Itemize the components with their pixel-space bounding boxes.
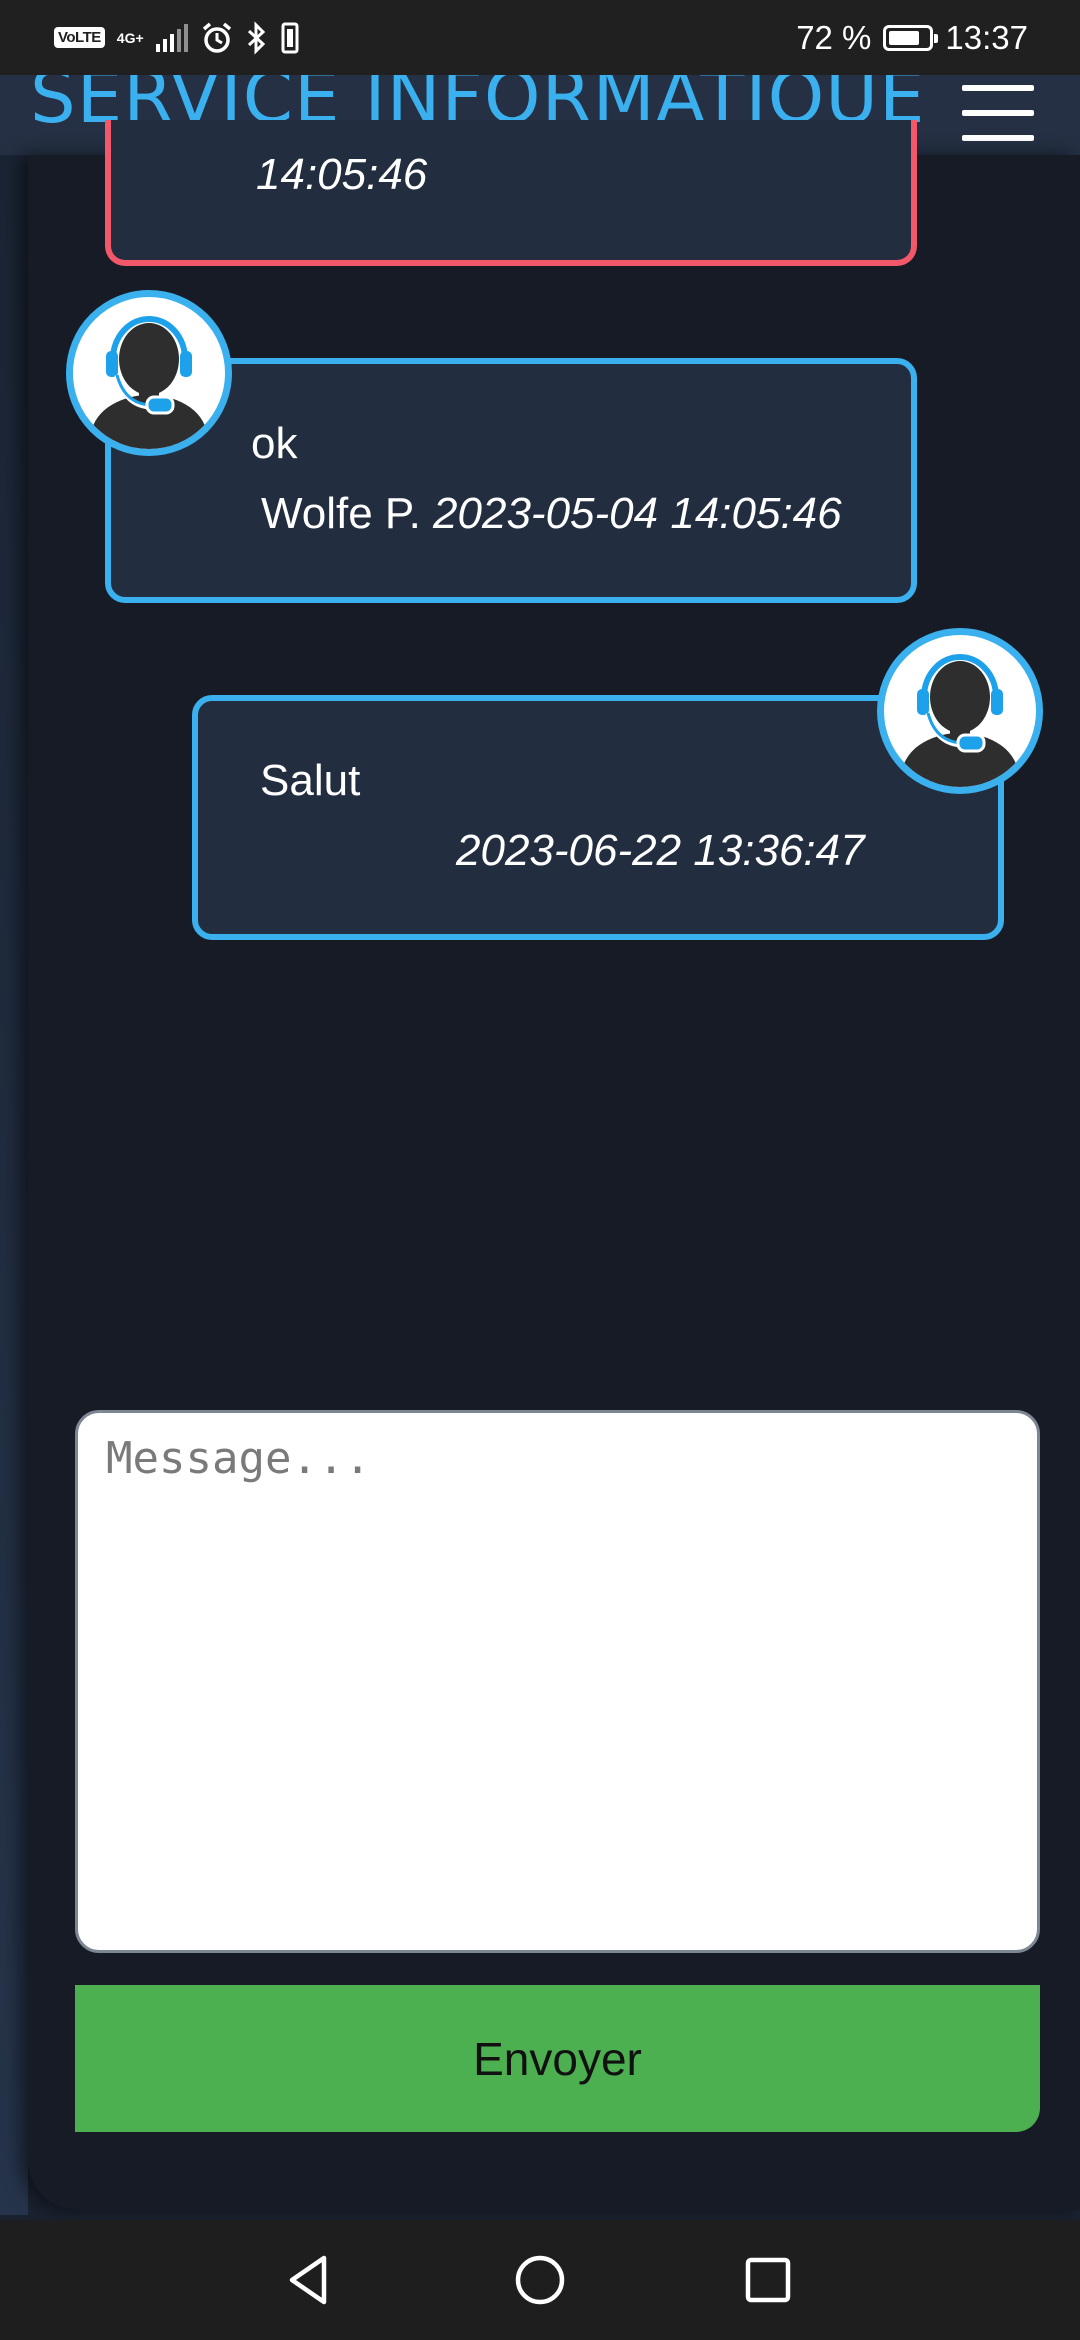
side-edge	[0, 155, 28, 2215]
message-input[interactable]	[75, 1410, 1040, 1953]
status-bar: VoLTE 4G+ 72 % 13:37	[0, 0, 1080, 75]
battery-percent: 72 %	[796, 18, 872, 56]
bluetooth-icon	[247, 20, 265, 55]
message-meta: Wolfe P. 2023-05-04 14:05:46	[261, 489, 842, 539]
send-button[interactable]: Envoyer	[75, 1985, 1040, 2132]
system-nav-bar	[0, 2220, 1080, 2340]
message-text: Salut	[260, 756, 361, 805]
support-agent-icon	[877, 628, 1043, 794]
hamburger-menu-icon[interactable]	[962, 85, 1034, 145]
message-text: ok	[251, 419, 298, 468]
home-icon[interactable]	[510, 2250, 570, 2310]
vibrate-icon	[281, 22, 299, 53]
volte-icon: VoLTE	[54, 27, 105, 48]
clock: 13:37	[945, 18, 1028, 56]
battery-icon	[883, 24, 939, 51]
message-timestamp: 2023-05-04 14:05:46	[433, 489, 842, 538]
status-icons-right: 72 % 13:37	[796, 19, 1028, 57]
signal-icon	[155, 23, 188, 52]
message-author: Wolfe P.	[261, 489, 421, 538]
message-timestamp: 14:05:46	[256, 150, 428, 199]
alarm-icon	[202, 22, 231, 53]
message-timestamp: 2023-06-22 13:36:47	[456, 826, 865, 875]
status-icons-left: VoLTE 4G+	[54, 20, 300, 55]
support-agent-icon	[66, 290, 232, 456]
back-icon[interactable]	[280, 2250, 340, 2310]
recents-icon[interactable]	[738, 2250, 798, 2310]
message-bubble: 14:05:46	[105, 120, 917, 266]
network-type-label: 4G+	[116, 29, 144, 46]
